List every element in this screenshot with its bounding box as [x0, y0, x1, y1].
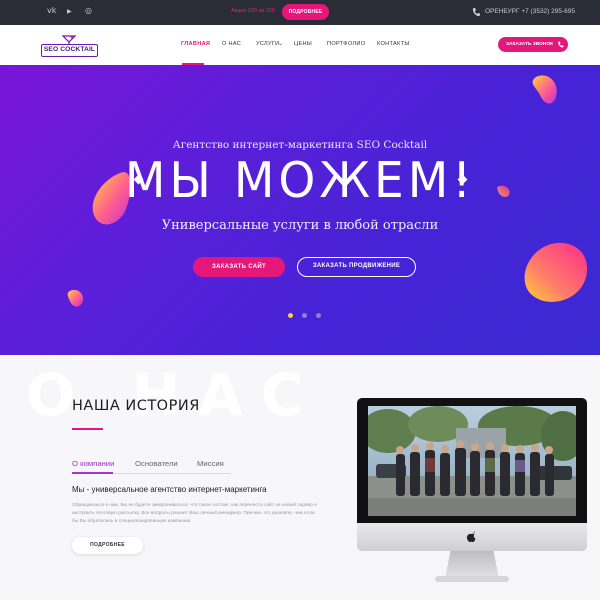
about-subheading: Мы - универсальное агентство интернет-ма… — [72, 485, 267, 494]
about-paragraph: Обращаешься к нам. Вы не будете заморачи… — [72, 503, 317, 525]
chevron-down-icon[interactable]: ⌄ — [278, 40, 283, 47]
main-navbar: SEO COCKTAIL ГЛАВНАЯ О НАС УСЛУГИ ⌄ ЦЕНЫ… — [0, 25, 600, 65]
order-promotion-button[interactable]: ЗАКАЗАТЬ ПРОДВИЖЕНИЕ — [297, 257, 416, 277]
tab-founders[interactable]: Основатели — [135, 459, 178, 468]
order-site-button[interactable]: ЗАКАЗАТЬ САЙТ — [193, 257, 285, 277]
slider-dot-2[interactable] — [302, 313, 307, 318]
promo-text: Акция 100 за 100 — [231, 8, 275, 14]
logo[interactable]: SEO COCKTAIL — [39, 35, 99, 58]
about-ghost-title: О НАС — [26, 361, 322, 429]
nav-item-home[interactable]: ГЛАВНАЯ — [181, 41, 210, 47]
nav-item-prices[interactable]: ЦЕНЫ — [294, 41, 312, 47]
tab-mission[interactable]: Миссия — [197, 459, 224, 468]
slider-dot-3[interactable] — [316, 313, 321, 318]
request-call-label: ЗАКАЗАТЬ ЗВОНОК — [506, 42, 554, 47]
imac-mockup — [357, 398, 587, 588]
nav-item-about[interactable]: О НАС — [222, 41, 241, 47]
imac-base — [435, 576, 509, 582]
blob-top-right — [532, 75, 557, 104]
blob-bottom-left — [67, 289, 84, 307]
heading-underline — [72, 428, 103, 430]
nav-item-contacts[interactable]: КОНТАКТЫ — [377, 41, 410, 47]
nav-item-portfolio[interactable]: ПОРТФОЛИО — [327, 41, 365, 47]
hero-slider: Агентство интернет-маркетинга SEO Cockta… — [0, 65, 600, 355]
hero-tagline: Универсальные услуги в любой отрасли — [161, 218, 439, 233]
youtube-icon[interactable]: ▶ — [67, 8, 72, 15]
decorative-blobs — [67, 75, 588, 307]
tab-active-indicator — [72, 472, 113, 474]
logo-badge: SEO COCKTAIL — [41, 44, 98, 57]
promo-details-button[interactable]: ПОДРОБНЕЕ — [282, 4, 329, 20]
hero-subtitle: Агентство интернет-маркетинга SEO Cockta… — [172, 139, 428, 151]
about-heading: НАША ИСТОРИЯ — [72, 398, 200, 414]
imac-stand — [445, 551, 499, 579]
nav-item-services[interactable]: УСЛУГИ — [256, 41, 279, 47]
team-photo — [368, 406, 576, 516]
imac-frame — [357, 398, 587, 523]
request-call-button[interactable]: ЗАКАЗАТЬ ЗВОНОК — [498, 37, 568, 52]
hero-headline: МЫ МОЖЕМ! — [124, 151, 476, 210]
phone-icon — [472, 8, 480, 17]
logo-text: SEO COCKTAIL — [43, 46, 96, 53]
instagram-icon[interactable]: ◎ — [85, 6, 92, 15]
slider-dot-1[interactable] — [288, 313, 293, 318]
more-button[interactable]: ПОДРОБНЕЕ — [72, 537, 143, 554]
phone-icon — [558, 41, 564, 48]
team-photo-image — [368, 406, 576, 516]
vk-icon[interactable]: vk — [47, 6, 56, 15]
apple-logo-icon — [466, 531, 476, 542]
blob-bottom-right — [524, 242, 588, 302]
contact-phone[interactable]: ОРЕНБУРГ +7 (3532) 295-695 — [485, 8, 575, 15]
tab-company[interactable]: О компании — [72, 459, 114, 468]
top-bar: vk ▶ ◎ Акция 100 за 100 ПОДРОБНЕЕ ОРЕНБУ… — [0, 0, 600, 25]
